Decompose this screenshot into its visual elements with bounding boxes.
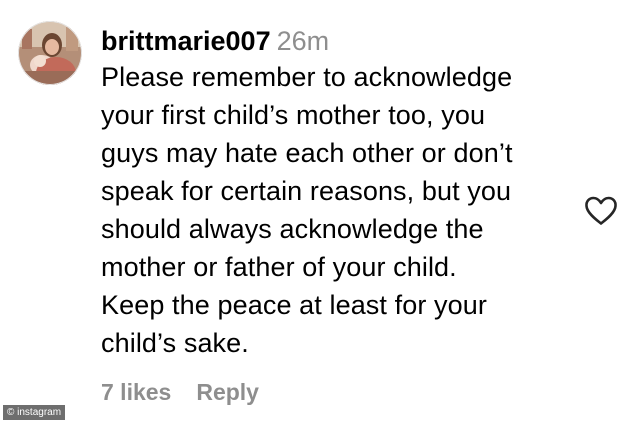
comment-line: guys may hate each other or don’t	[101, 138, 513, 168]
comment-header: brittmarie007 26m	[101, 24, 571, 58]
likes-count-link[interactable]: 7 likes	[101, 379, 171, 405]
reply-button[interactable]: Reply	[196, 379, 259, 405]
avatar-image	[18, 21, 82, 85]
heart-icon[interactable]	[584, 196, 618, 226]
username-link[interactable]: brittmarie007	[101, 26, 271, 56]
comment-actions: 7 likes Reply	[101, 379, 259, 406]
heart-outline-icon	[585, 196, 617, 225]
comment-line: your first child’s mother too, you	[101, 100, 486, 130]
comment-body: brittmarie007 26m Please remember to ackn…	[101, 24, 571, 362]
comment-timestamp[interactable]: 26m	[277, 26, 330, 56]
comment-line: speak for certain reasons, but you	[101, 176, 512, 206]
comment-line: Please remember to acknowledge	[101, 62, 513, 92]
comment-text: Please remember to acknowledge your firs…	[101, 58, 571, 362]
comment-line: Keep the peace at least for your	[101, 290, 487, 320]
avatar[interactable]	[18, 21, 82, 85]
instagram-watermark: © instagram	[3, 405, 66, 420]
comment-line: should always acknowledge the	[101, 214, 484, 244]
comment-screen: brittmarie007 26m Please remember to ackn…	[0, 0, 634, 422]
comment-line: child’s sake.	[101, 328, 249, 358]
comment-line: mother or father of your child.	[101, 252, 457, 282]
